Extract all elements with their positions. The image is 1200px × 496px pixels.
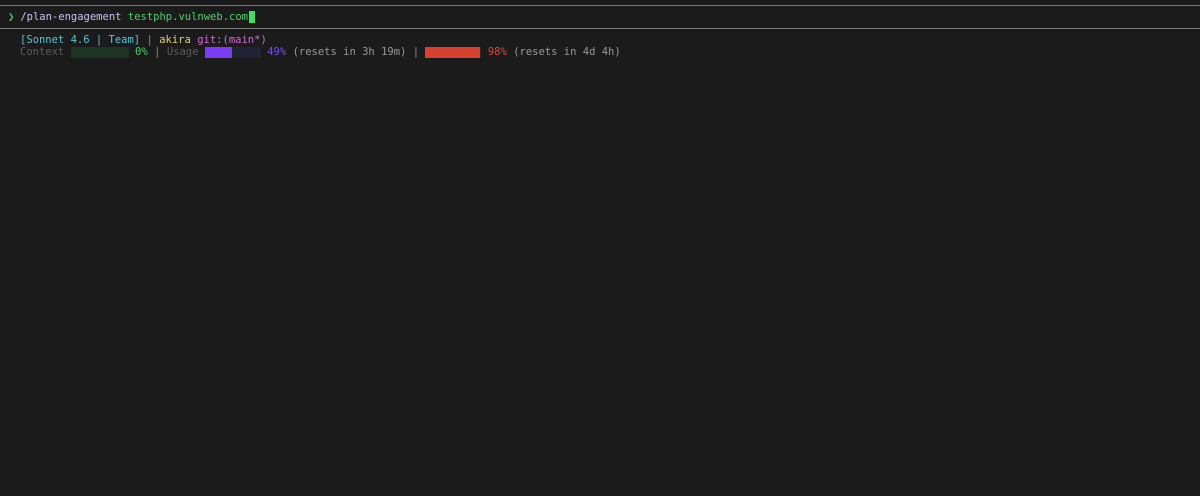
session-usage-fill <box>204 46 233 58</box>
git-branch: (main*) <box>222 34 267 46</box>
context-label: Context <box>20 46 65 58</box>
model-plan-tag: [Sonnet 4.6 | Team] <box>20 34 141 46</box>
weekly-usage-fill <box>425 46 481 58</box>
git-label: git: <box>197 34 223 46</box>
usage-label: Usage <box>166 46 199 58</box>
bottom-divider <box>0 28 1200 29</box>
weekly-usage-percent: 98% <box>487 46 507 58</box>
weekly-usage-bar <box>425 46 482 58</box>
username: akira <box>159 34 191 46</box>
text-cursor <box>248 11 255 23</box>
usage-separator: | <box>154 46 161 58</box>
session-reset-text: (resets in 3h 19m) <box>292 46 407 58</box>
status-separator: | <box>146 34 153 46</box>
status-line: [Sonnet 4.6 | Team] | akira git: (main*) <box>20 34 267 46</box>
context-progress-bar <box>70 46 129 58</box>
weekly-reset-text: (resets in 4d 4h) <box>513 46 621 58</box>
context-percent: 0% <box>135 46 148 58</box>
top-divider <box>0 5 1200 6</box>
command-prompt-line[interactable]: ❯ /plan-engagement testphp.vulnweb.com <box>8 10 255 24</box>
session-usage-bar <box>204 46 261 58</box>
slash-command: /plan-engagement <box>20 11 122 23</box>
session-usage-percent: 49% <box>267 46 287 58</box>
weekly-separator: | <box>412 46 420 58</box>
usage-line: Context 0% | Usage 49% (resets in 3h 19m… <box>20 46 621 58</box>
prompt-chevron-icon: ❯ <box>8 11 15 23</box>
command-argument: testphp.vulnweb.com <box>127 11 248 23</box>
